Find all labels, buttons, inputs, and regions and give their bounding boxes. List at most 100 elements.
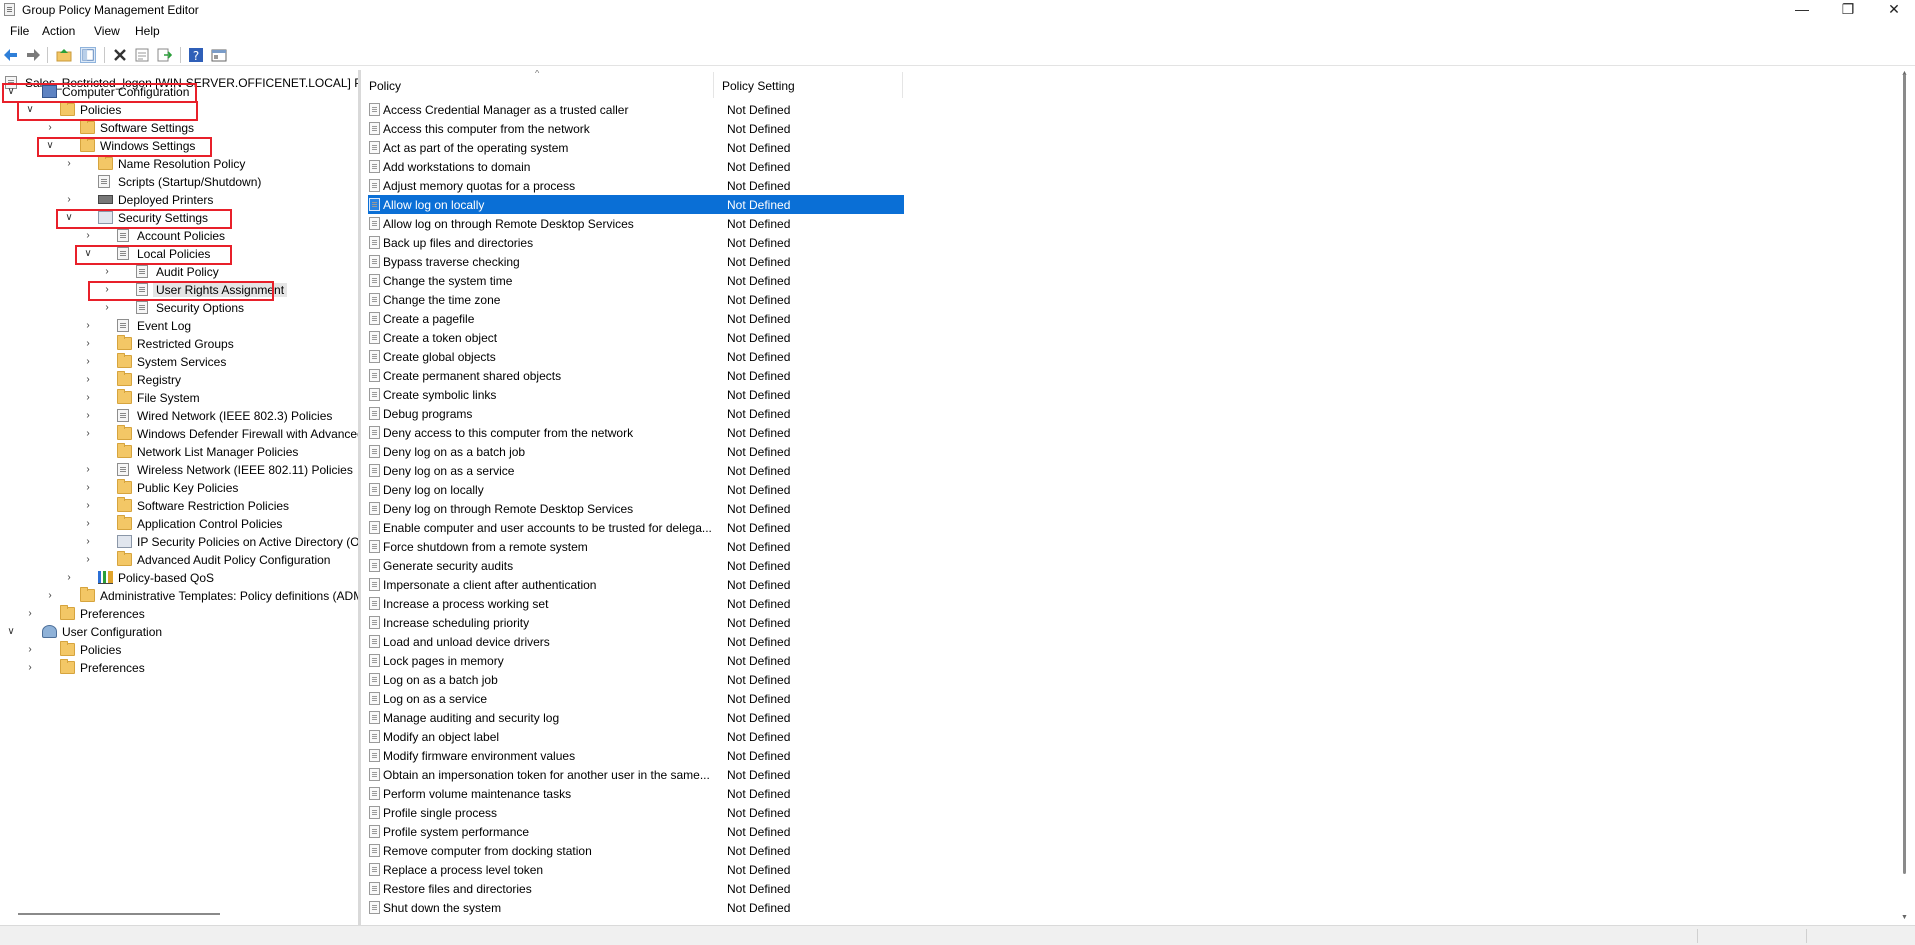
chevron-right-icon[interactable]: › (63, 193, 75, 207)
policy-row[interactable]: Add workstations to domain Not Defined (368, 157, 904, 176)
maximize-button[interactable]: ❐ (1825, 0, 1871, 20)
close-button[interactable]: ✕ (1871, 0, 1915, 20)
details-vertical-scrollbar[interactable] (1903, 74, 1906, 874)
chevron-right-icon[interactable]: › (82, 355, 94, 369)
tree-item-event-log[interactable]: › Event Log (0, 318, 358, 336)
console-tree-icon[interactable] (211, 47, 227, 63)
tree-item-registry[interactable]: › Registry (0, 371, 358, 390)
policy-row[interactable]: Allow log on locally Not Defined (368, 195, 904, 214)
back-arrow-icon[interactable] (3, 47, 19, 63)
chevron-right-icon[interactable]: › (101, 301, 113, 315)
tree-horizontal-scrollbar[interactable] (18, 913, 220, 915)
tree-item-security-options[interactable]: › Security Options (0, 300, 358, 318)
policy-row[interactable]: Modify an object label Not Defined (368, 727, 904, 746)
chevron-right-icon[interactable]: › (24, 607, 36, 621)
tree-item-account-policies[interactable]: › Account Policies (0, 228, 358, 246)
tree-item-system-services[interactable]: › System Services (0, 353, 358, 372)
tree-item-advanced-audit-policy-configuration[interactable]: › Advanced Audit Policy Configuration (0, 551, 358, 570)
policy-row[interactable]: Profile single process Not Defined (368, 803, 904, 822)
tree-item-scripts-startup-shutdown[interactable]: Scripts (Startup/Shutdown) (0, 174, 358, 192)
chevron-right-icon[interactable]: › (44, 121, 56, 135)
policy-row[interactable]: Impersonate a client after authenticatio… (368, 575, 904, 594)
chevron-right-icon[interactable]: › (82, 535, 94, 549)
tree-item-deployed-printers[interactable]: › Deployed Printers (0, 192, 358, 210)
policy-row[interactable]: Act as part of the operating system Not D… (368, 138, 904, 157)
tree-item-policy-based-qos[interactable]: › Policy-based QoS (0, 570, 358, 588)
policy-row[interactable]: Increase scheduling priority Not Defined (368, 613, 904, 632)
policy-row[interactable]: Deny log on through Remote Desktop Servi… (368, 499, 904, 518)
tree-item-wireless-network-ieee-802-11-policies[interactable]: › Wireless Network (IEEE 802.11) Policies (0, 462, 358, 480)
tree-item-software-settings[interactable]: › Software Settings (0, 119, 358, 138)
chevron-right-icon[interactable]: › (82, 229, 94, 243)
tree-item-preferences[interactable]: › Preferences (0, 659, 358, 678)
tree-item-wired-network-ieee-802-3-policies[interactable]: › Wired Network (IEEE 802.3) Policies (0, 408, 358, 426)
policy-row[interactable]: Log on as a batch job Not Defined (368, 670, 904, 689)
policy-row[interactable]: Remove computer from docking station Not … (368, 841, 904, 860)
chevron-right-icon[interactable]: › (82, 409, 94, 423)
policy-row[interactable]: Access Credential Manager as a trusted c… (368, 100, 904, 119)
policy-row[interactable]: Manage auditing and security log Not Defi… (368, 708, 904, 727)
chevron-right-icon[interactable]: › (82, 553, 94, 567)
policy-row[interactable]: Debug programs Not Defined (368, 404, 904, 423)
policy-row[interactable]: Allow log on through Remote Desktop Serv… (368, 214, 904, 233)
up-folder-icon[interactable] (56, 47, 72, 63)
tree-item-policies[interactable]: › Policies (0, 641, 358, 660)
console-tree-pane[interactable]: Sales_Restricted_logon [WIN-SERVER.OFFIC… (0, 70, 358, 925)
chevron-right-icon[interactable]: › (63, 157, 75, 171)
menu-view[interactable]: View (94, 24, 120, 38)
chevron-right-icon[interactable]: › (82, 373, 94, 387)
policy-row[interactable]: Modify firmware environment values Not De… (368, 746, 904, 765)
tree-item-application-control-policies[interactable]: › Application Control Policies (0, 515, 358, 534)
policy-row[interactable]: Replace a process level token Not Defined (368, 860, 904, 879)
policy-row[interactable]: Deny log on locally Not Defined (368, 480, 904, 499)
policy-row[interactable]: Back up files and directories Not Defined (368, 233, 904, 252)
tree-item-audit-policy[interactable]: › Audit Policy (0, 264, 358, 282)
policy-row[interactable]: Generate security audits Not Defined (368, 556, 904, 575)
help-icon[interactable]: ? (188, 47, 204, 63)
properties-icon[interactable] (134, 47, 150, 63)
minimize-button[interactable]: — (1779, 0, 1825, 20)
delete-icon[interactable] (112, 47, 128, 63)
export-list-icon[interactable] (156, 47, 172, 63)
policy-row[interactable]: Change the time zone Not Defined (368, 290, 904, 309)
tree-item-software-restriction-policies[interactable]: › Software Restriction Policies (0, 497, 358, 516)
policy-row[interactable]: Create symbolic links Not Defined (368, 385, 904, 404)
tree-item-user-configuration[interactable]: ∨ User Configuration (0, 624, 358, 642)
menu-help[interactable]: Help (135, 24, 160, 38)
chevron-right-icon[interactable]: › (63, 571, 75, 585)
policy-row[interactable]: Force shutdown from a remote system Not D… (368, 537, 904, 556)
policy-row[interactable]: Create global objects Not Defined (368, 347, 904, 366)
tree-item-public-key-policies[interactable]: › Public Key Policies (0, 479, 358, 498)
tree-item-file-system[interactable]: › File System (0, 389, 358, 408)
policy-row[interactable]: Change the system time Not Defined (368, 271, 904, 290)
policy-row[interactable]: Enable computer and user accounts to be … (368, 518, 904, 537)
show-hide-tree-icon[interactable] (80, 47, 96, 63)
policy-row[interactable]: Restore files and directories Not Defined (368, 879, 904, 898)
chevron-right-icon[interactable]: › (24, 661, 36, 675)
policy-row[interactable]: Load and unload device drivers Not Define… (368, 632, 904, 651)
chevron-right-icon[interactable]: › (82, 337, 94, 351)
details-pane[interactable]: Policy ^ Policy Setting Access Credentia… (361, 70, 1915, 925)
chevron-right-icon[interactable]: › (82, 499, 94, 513)
chevron-right-icon[interactable]: › (82, 481, 94, 495)
policy-row[interactable]: Create a token object Not Defined (368, 328, 904, 347)
policy-row[interactable]: Increase a process working set Not Define… (368, 594, 904, 613)
policy-row[interactable]: Create permanent shared objects Not Defin… (368, 366, 904, 385)
menu-action[interactable]: Action (42, 24, 75, 38)
chevron-right-icon[interactable]: › (82, 463, 94, 477)
chevron-right-icon[interactable]: › (82, 517, 94, 531)
policy-row[interactable]: Obtain an impersonation token for anothe… (368, 765, 904, 784)
policy-row[interactable]: Lock pages in memory Not Defined (368, 651, 904, 670)
policy-row[interactable]: Access this computer from the network Not… (368, 119, 904, 138)
policy-row[interactable]: Adjust memory quotas for a process Not De… (368, 176, 904, 195)
chevron-right-icon[interactable]: › (82, 319, 94, 333)
chevron-right-icon[interactable]: › (24, 643, 36, 657)
policy-row[interactable]: Perform volume maintenance tasks Not Defi… (368, 784, 904, 803)
policy-row[interactable]: Log on as a service Not Defined (368, 689, 904, 708)
column-header-policy[interactable]: Policy ^ (361, 70, 713, 98)
tree-item-ip-security-policies-on-active-directory-offic[interactable]: › IP Security Policies on Active Director… (0, 534, 358, 552)
column-separator[interactable] (902, 72, 903, 98)
policy-row[interactable]: Profile system performance Not Defined (368, 822, 904, 841)
policy-row[interactable]: Create a pagefile Not Defined (368, 309, 904, 328)
scroll-down-arrow-icon[interactable]: ▼ (1900, 914, 1909, 922)
